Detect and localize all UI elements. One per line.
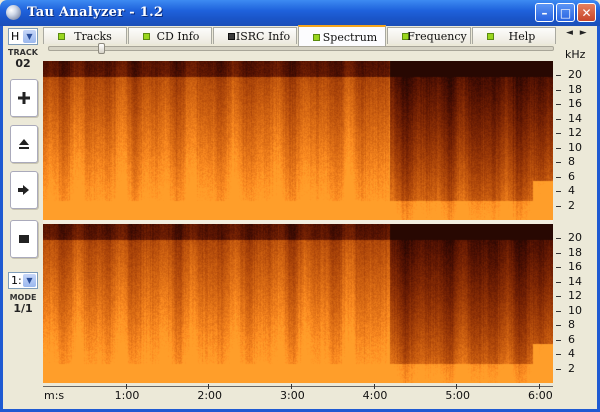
mode-select-value: 1: <box>11 274 22 287</box>
tab-scroll: ◄ ► <box>566 28 587 38</box>
tab-cd-info[interactable]: CD Info <box>128 27 212 44</box>
stop-button[interactable] <box>10 220 38 258</box>
tab-isrc-info[interactable]: ISRC Info <box>213 27 297 44</box>
y-tick-label: 10 <box>556 140 582 154</box>
stop-icon <box>19 235 29 243</box>
y-tick-label: 18 <box>556 245 582 259</box>
tab-label: ISRC Info <box>235 30 291 43</box>
y-tick-label: 8 <box>556 318 575 332</box>
tab-label: Spectrum <box>322 31 378 44</box>
tab-label: Tracks <box>74 30 112 43</box>
spectrogram-canvas <box>43 61 553 220</box>
y-tick-label: 14 <box>556 274 582 288</box>
y-tick-label: 12 <box>556 289 582 303</box>
tab-help[interactable]: Help <box>472 27 556 44</box>
tab-spectrum[interactable]: Spectrum <box>298 25 386 46</box>
play-button[interactable] <box>10 171 38 209</box>
y-tick-label: 4 <box>556 184 575 198</box>
y-tick-label: 14 <box>556 111 582 125</box>
tab-label: CD Info <box>156 30 200 43</box>
close-button[interactable]: ✕ <box>577 3 596 22</box>
y-tick-label: 18 <box>556 82 582 96</box>
channel-select[interactable]: H ▼ <box>8 28 38 45</box>
plus-icon <box>18 92 30 104</box>
spectrogram-channel-2 <box>43 224 553 383</box>
x-tick-label: m:s <box>44 389 65 402</box>
y-tick-label: 2 <box>556 361 575 375</box>
y-tick-label: 16 <box>556 260 582 274</box>
tab-tracks[interactable]: Tracks <box>43 27 127 44</box>
x-tick-mark <box>208 384 210 389</box>
tab-scroll-left-icon[interactable]: ◄ <box>566 28 573 38</box>
minimize-button[interactable]: – <box>535 3 554 22</box>
x-tick-label: 1:00 <box>114 389 140 402</box>
x-tick-label: 6:00 <box>528 389 553 402</box>
left-panel: H ▼ TRACK 02 1: ▼ MODE 1/1 <box>3 26 40 409</box>
position-slider-thumb[interactable] <box>98 43 106 54</box>
chevron-down-icon[interactable]: ▼ <box>23 274 36 287</box>
add-button[interactable] <box>10 79 38 117</box>
tab-bar: Tracks CD Info ISRC Info Spectrum Freque… <box>40 25 597 46</box>
y-tick-label: 10 <box>556 303 582 317</box>
chevron-down-icon[interactable]: ▼ <box>23 30 36 43</box>
mode-label: MODE <box>9 293 37 302</box>
x-tick-label: 4:00 <box>362 389 388 402</box>
spectrogram-channel-1 <box>43 61 553 220</box>
x-tick-label: 3:00 <box>280 389 305 402</box>
x-tick-label: 5:00 <box>445 389 471 402</box>
channel-select-value: H <box>11 30 20 43</box>
mode-select[interactable]: 1: ▼ <box>8 272 38 289</box>
y-tick-label: 6 <box>556 332 575 346</box>
eject-button[interactable] <box>10 125 38 163</box>
y-tick-label: 20 <box>556 231 582 245</box>
y-tick-label: 4 <box>556 347 575 361</box>
eject-icon <box>19 139 29 149</box>
position-slider[interactable] <box>48 46 554 51</box>
window-title: Tau Analyzer - 1.2 <box>27 5 164 20</box>
x-axis <box>43 386 553 387</box>
x-tick-mark <box>456 384 458 389</box>
title-bar[interactable]: Tau Analyzer - 1.2 – □ ✕ <box>0 0 600 26</box>
x-tick-mark <box>125 384 127 389</box>
y-tick-label: 16 <box>556 97 582 111</box>
tab-label: Help <box>508 30 536 43</box>
track-number: 02 <box>15 57 31 70</box>
y-tick-label: 2 <box>556 198 575 212</box>
x-tick-label: 2:00 <box>197 389 223 402</box>
tab-label: Frequency <box>407 30 467 43</box>
y-tick-label: 20 <box>556 68 582 82</box>
tab-scroll-right-icon[interactable]: ► <box>580 28 587 38</box>
mode-value: 1/1 <box>13 302 33 315</box>
x-tick-mark <box>539 384 540 389</box>
tab-frequency[interactable]: Frequency <box>387 27 471 44</box>
play-icon <box>18 185 29 195</box>
y-axis-unit: kHz <box>565 48 586 61</box>
x-tick-mark <box>373 384 375 389</box>
x-tick-mark <box>291 384 292 389</box>
track-label: TRACK <box>8 48 38 57</box>
y-tick-label: 8 <box>556 155 575 169</box>
app-icon <box>6 5 21 20</box>
spectrogram-canvas <box>43 224 553 383</box>
y-tick-label: 12 <box>556 126 582 140</box>
maximize-button[interactable]: □ <box>556 3 575 22</box>
y-tick-label: 6 <box>556 169 575 183</box>
